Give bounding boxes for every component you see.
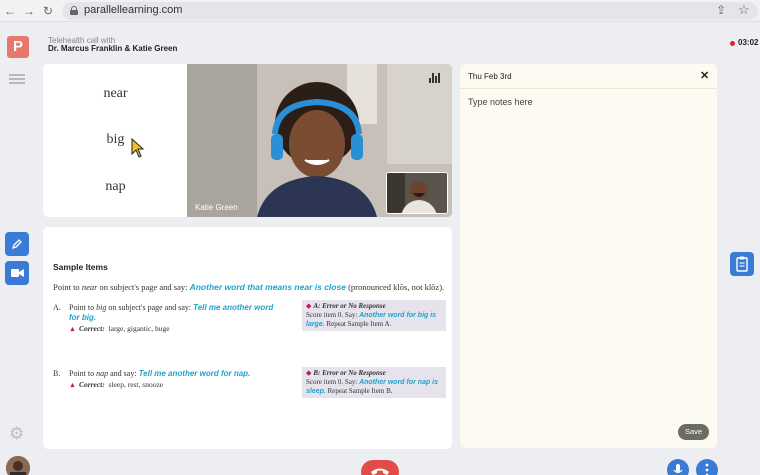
pencil-icon (11, 239, 22, 250)
recording-indicator-icon (730, 41, 735, 46)
pencil-tool-button[interactable] (5, 232, 29, 256)
clipboard-icon (736, 256, 748, 272)
microphone-button[interactable] (667, 459, 689, 475)
browser-toolbar: ← → ↻ parallellearning.com ⇪ ☆ (0, 0, 760, 22)
notes-divider (460, 88, 717, 89)
item-a-instruction: Point to big on subject's page and say: … (69, 303, 274, 322)
microphone-icon (673, 464, 683, 474)
item-a-correct: ▲ Correct: large, gigantic, huge (69, 324, 170, 333)
more-options-button[interactable] (696, 459, 718, 475)
triangle-icon: ▲ (69, 325, 76, 333)
item-a-label: A. (53, 303, 61, 312)
video-tool-button[interactable] (5, 261, 29, 285)
reload-icon[interactable]: ↻ (40, 3, 56, 19)
share-icon[interactable]: ⇪ (716, 3, 726, 17)
user-avatar[interactable] (6, 456, 30, 475)
item-a-error-box: ◆ A: Error or No Response Score item 0. S… (302, 300, 446, 331)
diamond-icon: ◆ (306, 369, 312, 377)
notes-toggle-button[interactable] (730, 252, 754, 276)
participant-name-label: Katie Green (195, 203, 238, 212)
menu-icon[interactable] (9, 74, 25, 84)
app-logo[interactable]: P (7, 36, 29, 58)
lock-icon (70, 6, 78, 15)
self-view-video[interactable] (386, 172, 448, 214)
call-participants: Dr. Marcus Franklin & Katie Green (48, 44, 178, 53)
item-b-correct: ▲ Correct: sleep, rest, snooze (69, 380, 164, 389)
stimulus-word-nap[interactable]: nap (43, 179, 188, 195)
phone-hangup-icon (371, 468, 389, 475)
bookmark-star-icon[interactable]: ☆ (738, 2, 750, 18)
back-arrow-icon[interactable]: ← (2, 3, 18, 19)
settings-gear-icon[interactable]: ⚙ (9, 424, 24, 444)
item-b-error-box: ◆ B: Error or No Response Score item 0. S… (302, 367, 446, 398)
forward-arrow-icon[interactable]: → (21, 3, 37, 19)
mouse-cursor-icon (131, 138, 145, 158)
more-vertical-icon (705, 463, 709, 475)
stimulus-card: near big nap (43, 64, 188, 217)
address-bar[interactable]: parallellearning.com ⇪ ☆ (62, 2, 758, 20)
end-call-button[interactable] (361, 460, 399, 475)
item-b-instruction: Point to nap and say: Tell me another wo… (69, 369, 251, 378)
instructions-intro: Point to near on subject's page and say:… (53, 282, 445, 292)
call-timer: 03:02 (738, 38, 759, 47)
signal-strength-icon (429, 73, 441, 83)
save-notes-button[interactable]: Save (678, 424, 709, 440)
notes-textarea[interactable]: Type notes here (468, 97, 533, 107)
stimulus-word-big[interactable]: big (43, 132, 188, 148)
instructions-title: Sample Items (53, 262, 108, 272)
triangle-icon: ▲ (69, 381, 76, 389)
main-video-feed[interactable]: Katie Green (187, 64, 452, 217)
diamond-icon: ◆ (306, 302, 312, 310)
notes-panel: Thu Feb 3rd ✕ Type notes here Save (460, 64, 717, 448)
url-text: parallellearning.com (84, 4, 183, 16)
video-camera-icon (10, 269, 24, 277)
item-b-label: B. (53, 369, 61, 378)
stimulus-word-near[interactable]: near (43, 86, 188, 102)
instructions-card: Sample Items Point to near on subject's … (43, 227, 452, 449)
notes-date: Thu Feb 3rd (468, 72, 512, 81)
close-notes-icon[interactable]: ✕ (700, 69, 709, 82)
